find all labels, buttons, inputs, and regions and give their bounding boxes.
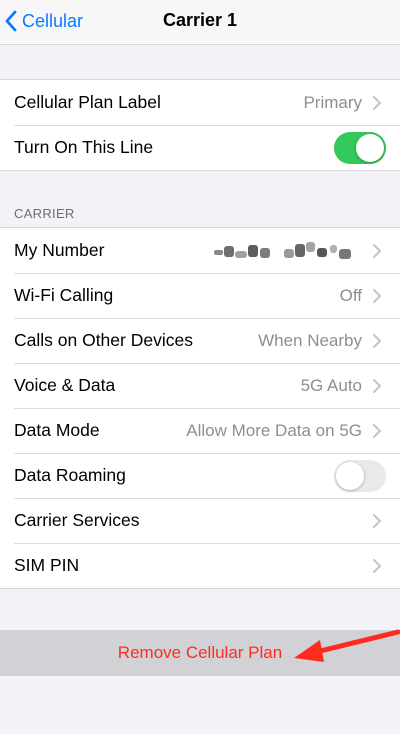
calls-other-devices-label: Calls on Other Devices [14,330,193,350]
chevron-right-icon [373,558,381,573]
chevron-right-icon [373,333,381,348]
data-mode-row[interactable]: Data Mode Allow More Data on 5G [0,408,400,453]
wifi-calling-row[interactable]: Wi-Fi Calling Off [0,273,400,318]
chevron-right-icon [373,513,381,528]
calls-other-devices-row[interactable]: Calls on Other Devices When Nearby [0,318,400,363]
cellular-plan-label: Cellular Plan Label [14,92,161,112]
carrier-services-label: Carrier Services [14,510,140,530]
data-roaming-label: Data Roaming [14,465,126,485]
my-number-row[interactable]: My Number [0,228,400,273]
redacted-phone-number [214,239,360,263]
chevron-right-icon [373,95,381,110]
chevron-right-icon [373,243,381,258]
turn-on-line-row: Turn On This Line [0,125,400,170]
cellular-plan-value: Primary [303,92,362,112]
chevron-right-icon [373,288,381,303]
turn-on-line-toggle[interactable] [334,131,386,164]
sim-pin-row[interactable]: SIM PIN [0,543,400,588]
voice-data-row[interactable]: Voice & Data 5G Auto [0,363,400,408]
red-arrow-annotation-icon [294,629,400,662]
wifi-calling-label: Wi-Fi Calling [14,285,114,305]
chevron-right-icon [373,378,381,393]
page-title: Carrier 1 [162,10,238,30]
wifi-calling-value: Off [339,285,362,305]
turn-on-line-label: Turn On This Line [14,137,154,157]
voice-data-label: Voice & Data [14,375,116,395]
chevron-right-icon [373,423,381,438]
data-roaming-toggle[interactable] [334,459,386,492]
navigation-bar: Cellular Carrier 1 [0,0,400,45]
plan-group: Cellular Plan Label Primary Turn On This… [0,79,400,171]
carrier-group: My Number Wi-Fi Calling Off Calls on Oth… [0,227,400,589]
calls-other-devices-value: When Nearby [258,330,362,350]
my-number-label: My Number [14,240,105,260]
remove-cellular-plan-label: Remove Cellular Plan [117,643,283,662]
carrier-services-row[interactable]: Carrier Services [0,498,400,543]
carrier-section-header: CARRIER [14,206,75,221]
data-mode-value: Allow More Data on 5G [186,420,362,440]
cellular-plan-label-row[interactable]: Cellular Plan Label Primary [0,80,400,125]
data-roaming-row: Data Roaming [0,453,400,498]
toggle-knob [356,133,384,162]
toggle-knob [336,461,364,490]
data-mode-label: Data Mode [14,420,100,440]
sim-pin-label: SIM PIN [14,555,80,575]
voice-data-value: 5G Auto [300,375,362,395]
